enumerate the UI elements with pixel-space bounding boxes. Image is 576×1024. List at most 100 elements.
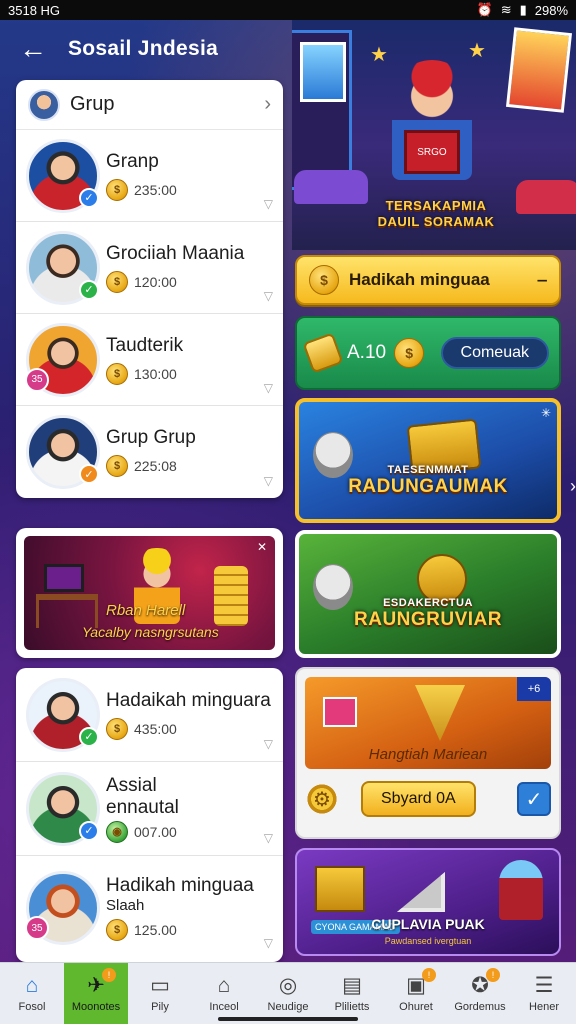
cone-illustration	[415, 685, 465, 741]
coin-icon: $	[106, 270, 128, 293]
nav-label: Ohuret	[399, 1000, 433, 1013]
sparkle-icon: ✳	[540, 406, 551, 420]
member-name: Granp	[106, 150, 159, 172]
group-avatar	[28, 88, 60, 121]
desk-illustration	[36, 594, 98, 628]
reward-bar: A.10 $ Comeuak	[295, 316, 561, 390]
member-row[interactable]: ✓ Hadaikah minguara $ 435:00 ▽	[16, 668, 283, 762]
coin-icon: $	[106, 455, 128, 477]
hero-banner[interactable]: ★ ★ SRGO TERSAKAPMIA DAUIL SORAMAK	[292, 20, 576, 250]
gear-icon[interactable]: ⚙	[305, 782, 339, 816]
checkbox-checked-icon[interactable]: ✓	[517, 782, 551, 816]
level-badge: 35	[25, 367, 49, 392]
box-icon: ▭	[150, 973, 170, 997]
member-row[interactable]: ✓ Grup Grup $ 225:08 ▽	[16, 406, 283, 498]
promo3-corner-badge: +6	[517, 677, 551, 701]
gift-illustration	[323, 697, 357, 727]
member-amount: 225:08	[134, 458, 177, 474]
chevron-right-icon[interactable]: ›	[570, 476, 576, 497]
coin-stack-illustration	[214, 566, 248, 626]
nav-item-pily[interactable]: ▭ Pily	[128, 963, 192, 1024]
level-badge: 35	[25, 916, 49, 940]
member-amount: 125.00	[134, 922, 177, 938]
member-row[interactable]: 35 Taudterik $ 130:00 ▽	[16, 314, 283, 406]
hero-caption-line2: DAUIL SORAMAK	[377, 214, 495, 229]
menu-icon: ☰	[534, 973, 554, 997]
member-name: Taudterik	[106, 334, 184, 356]
dash-icon: ‒	[537, 270, 547, 289]
coin-icon: $	[309, 265, 339, 295]
member-name: Grup Grup	[106, 427, 196, 448]
bookmark-icon[interactable]: ▽	[264, 831, 273, 845]
member-name: Assial	[106, 774, 157, 796]
avatar: ✓	[26, 771, 100, 846]
member-row[interactable]: 35 Hadikah minguaa Slaah $ 125.00 ▽	[16, 856, 283, 960]
coin-icon: ◉	[106, 820, 128, 843]
nav-item-moonotes[interactable]: ! ✈ Moonotes	[64, 963, 128, 1024]
nav-item-hener[interactable]: ☰ Hener	[512, 963, 576, 1024]
nav-item-inceol[interactable]: ⌂ Inceol	[192, 963, 256, 1024]
group-card: Grup › ✓ Granp $ 235:00 ▽ ✓ Grociiah Maa…	[16, 80, 283, 498]
promo-card-2[interactable]: ESDAKERCTUA RAUNGRUVIAR	[295, 530, 561, 658]
hero-caption-line1: TERSAKAPMIA	[385, 198, 487, 213]
nav-item-plilietts[interactable]: ▤ Plilietts	[320, 963, 384, 1024]
nav-item-fosol[interactable]: ⌂ Fosol	[0, 963, 64, 1024]
billboard-illustration	[300, 42, 346, 102]
bookmark-icon[interactable]: ▽	[264, 289, 273, 303]
notification-dot: !	[486, 968, 500, 982]
nav-item-neudige[interactable]: ◎ Neudige	[256, 963, 320, 1024]
member-name: Grociiah Maania	[106, 242, 245, 264]
promo3-caption: Hangtiah Mariean	[368, 746, 488, 763]
nav-item-ohuret[interactable]: ! ▣ Ohuret	[384, 963, 448, 1024]
promo1-small-text: TAESENMMAT	[387, 463, 469, 476]
badge-check-icon: ✓	[79, 726, 99, 747]
promo1-title: RADUNGAUMAK	[348, 475, 508, 497]
document-icon: ▤	[342, 973, 362, 997]
promo-card-1[interactable]: ✳ TAESENMMAT RADUNGAUMAK	[295, 398, 561, 523]
billboard-illustration	[505, 27, 573, 113]
nav-label: Moonotes	[71, 1000, 121, 1013]
bookmark-icon[interactable]: ▽	[264, 197, 273, 211]
notification-dot: !	[102, 968, 116, 982]
nav-label: Inceol	[209, 1000, 239, 1013]
back-arrow-icon[interactable]: ←	[18, 33, 48, 64]
badge-check-icon: ✓	[79, 820, 99, 841]
monitor-illustration	[44, 564, 84, 592]
promo3-action-button[interactable]: Sbyard 0A	[361, 781, 476, 817]
bookmark-icon[interactable]: ▽	[264, 474, 273, 488]
promo-card-4[interactable]: CYONA GAMAMAD CUPLAVIA PUAK Pawdansed iv…	[295, 848, 561, 956]
box-illustration	[315, 866, 365, 912]
promo-card-3: +6 Hangtiah Mariean ⚙ Sbyard 0A ✓	[295, 667, 561, 839]
house-icon: ⌂	[217, 973, 231, 997]
expand-icon[interactable]: ✕	[257, 540, 267, 554]
promo-banner-left[interactable]: Rban Harell Yacalby nasngrsutans ✕	[16, 528, 283, 658]
avatar: ✓	[26, 230, 100, 305]
page-title: Sosail Jndesia	[68, 37, 219, 60]
banner-line2: Yacalby nasngrsutans	[82, 624, 219, 640]
bookmark-icon[interactable]: ▽	[264, 737, 273, 751]
chevron-right-icon[interactable]: ›	[264, 93, 271, 116]
home-icon: ⌂	[25, 973, 39, 997]
badge-check-icon: ✓	[79, 464, 99, 484]
member-row[interactable]: ✓ Granp $ 235:00 ▽	[16, 130, 283, 222]
weekly-reward-pill[interactable]: $ Hadikah minguaa ‒	[295, 255, 561, 305]
coin-icon: $	[106, 919, 128, 941]
member-name: Hadaikah minguara	[106, 689, 271, 711]
member-subname: ennautal	[106, 796, 179, 818]
star-icon: ★	[370, 44, 388, 66]
avatar: 35	[25, 322, 100, 397]
member-amount: 235:00	[134, 181, 177, 198]
goat-illustration	[313, 432, 353, 478]
avatar: ✓	[26, 677, 100, 752]
claim-button[interactable]: Comeuak	[440, 337, 549, 369]
member-row[interactable]: ✓ Assial ennautal ◉ 007.00 ▽	[16, 762, 283, 856]
member-amount: 007.00	[134, 823, 177, 840]
nav-item-gordemus[interactable]: ! ✪ Gordemus	[448, 963, 512, 1024]
star-icon: ★	[468, 40, 486, 62]
bookmark-icon[interactable]: ▽	[264, 381, 273, 395]
goat-illustration	[313, 564, 353, 610]
nav-label: Hener	[529, 1000, 559, 1013]
group-header[interactable]: Grup ›	[16, 80, 283, 130]
member-row[interactable]: ✓ Grociiah Maania $ 120:00 ▽	[16, 222, 283, 314]
bookmark-icon[interactable]: ▽	[264, 936, 273, 950]
